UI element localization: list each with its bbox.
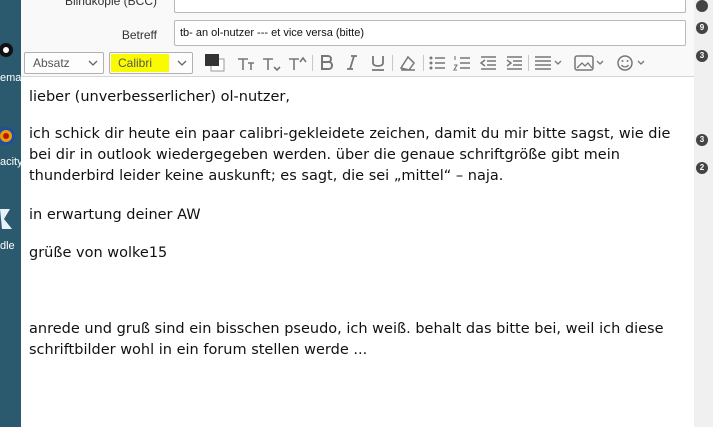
toolbar-separator [423, 55, 424, 71]
desktop-background-right [694, 0, 713, 427]
outdent-icon[interactable] [477, 53, 499, 73]
emoji-menu-button[interactable] [614, 53, 650, 73]
desktop-app-icon-2[interactable] [0, 122, 21, 148]
message-body-editor[interactable]: lieber (unverbesserlicher) ol-nutzer, ic… [21, 78, 694, 427]
desktop-app-label-3: dle [0, 240, 15, 252]
desktop-app-label-1: ema [0, 72, 21, 84]
notification-badge: 2 [696, 162, 708, 174]
underline-icon[interactable] [367, 53, 389, 73]
compose-window: Blindkopie (BCC) Betreff tb- an ol-nutze… [21, 0, 694, 427]
paragraph-format-value: Absatz [33, 56, 70, 70]
greeting-paragraph: lieber (unverbesserlicher) ol-nutzer, [29, 89, 290, 105]
font-family-value: Calibri [118, 56, 153, 70]
toolbar-separator [392, 55, 393, 71]
bcc-label: Blindkopie (BCC) [64, 0, 157, 8]
text-color-picker[interactable] [199, 53, 229, 73]
bulleted-list-icon[interactable] [426, 53, 448, 73]
font-size-increase-icon[interactable] [233, 53, 257, 73]
notification-badge: 9 [696, 22, 708, 34]
compose-header: Blindkopie (BCC) Betreff tb- an ol-nutze… [21, 0, 694, 50]
chevron-down-icon [87, 57, 99, 72]
notification-badge: 3 [696, 134, 708, 146]
italic-icon[interactable] [341, 53, 363, 73]
desktop-app-icon-1[interactable] [0, 38, 21, 64]
subject-field[interactable]: tb- an ol-nutzer --- et vice versa (bitt… [174, 20, 686, 46]
insert-image-menu-button[interactable] [572, 53, 608, 73]
remove-formatting-icon[interactable] [396, 53, 420, 73]
font-size-decrease-icon[interactable] [259, 53, 283, 73]
body-paragraph: in erwartung deiner AW [29, 207, 201, 223]
toolbar-separator [528, 55, 529, 71]
desktop-background-left: ema acity dle [0, 0, 21, 427]
toolbar-separator [312, 55, 313, 71]
chevron-down-icon [176, 57, 188, 72]
format-toolbar: Absatz Calibri [21, 50, 694, 77]
desktop-app-icon-3[interactable] [0, 205, 21, 231]
indent-icon[interactable] [503, 53, 525, 73]
numbered-list-icon[interactable] [451, 53, 473, 73]
notification-badge: 3 [696, 50, 708, 62]
body-paragraph: ich schick dir heute ein paar calibri-ge… [29, 126, 671, 184]
subject-label: Betreff [121, 28, 157, 42]
postscript-paragraph: anrede und gruß sind ein bisschen pseudo… [29, 321, 664, 358]
closing-paragraph: grüße von wolke15 [29, 245, 168, 261]
paragraph-format-select[interactable]: Absatz [24, 52, 104, 74]
notification-badge [696, 0, 708, 12]
font-size-up-icon[interactable] [285, 53, 309, 73]
bold-icon[interactable] [316, 53, 338, 73]
align-menu-button[interactable] [532, 53, 566, 73]
desktop-app-label-2: acity [0, 156, 21, 168]
bcc-field[interactable] [174, 0, 686, 13]
font-family-select[interactable]: Calibri [109, 52, 193, 74]
